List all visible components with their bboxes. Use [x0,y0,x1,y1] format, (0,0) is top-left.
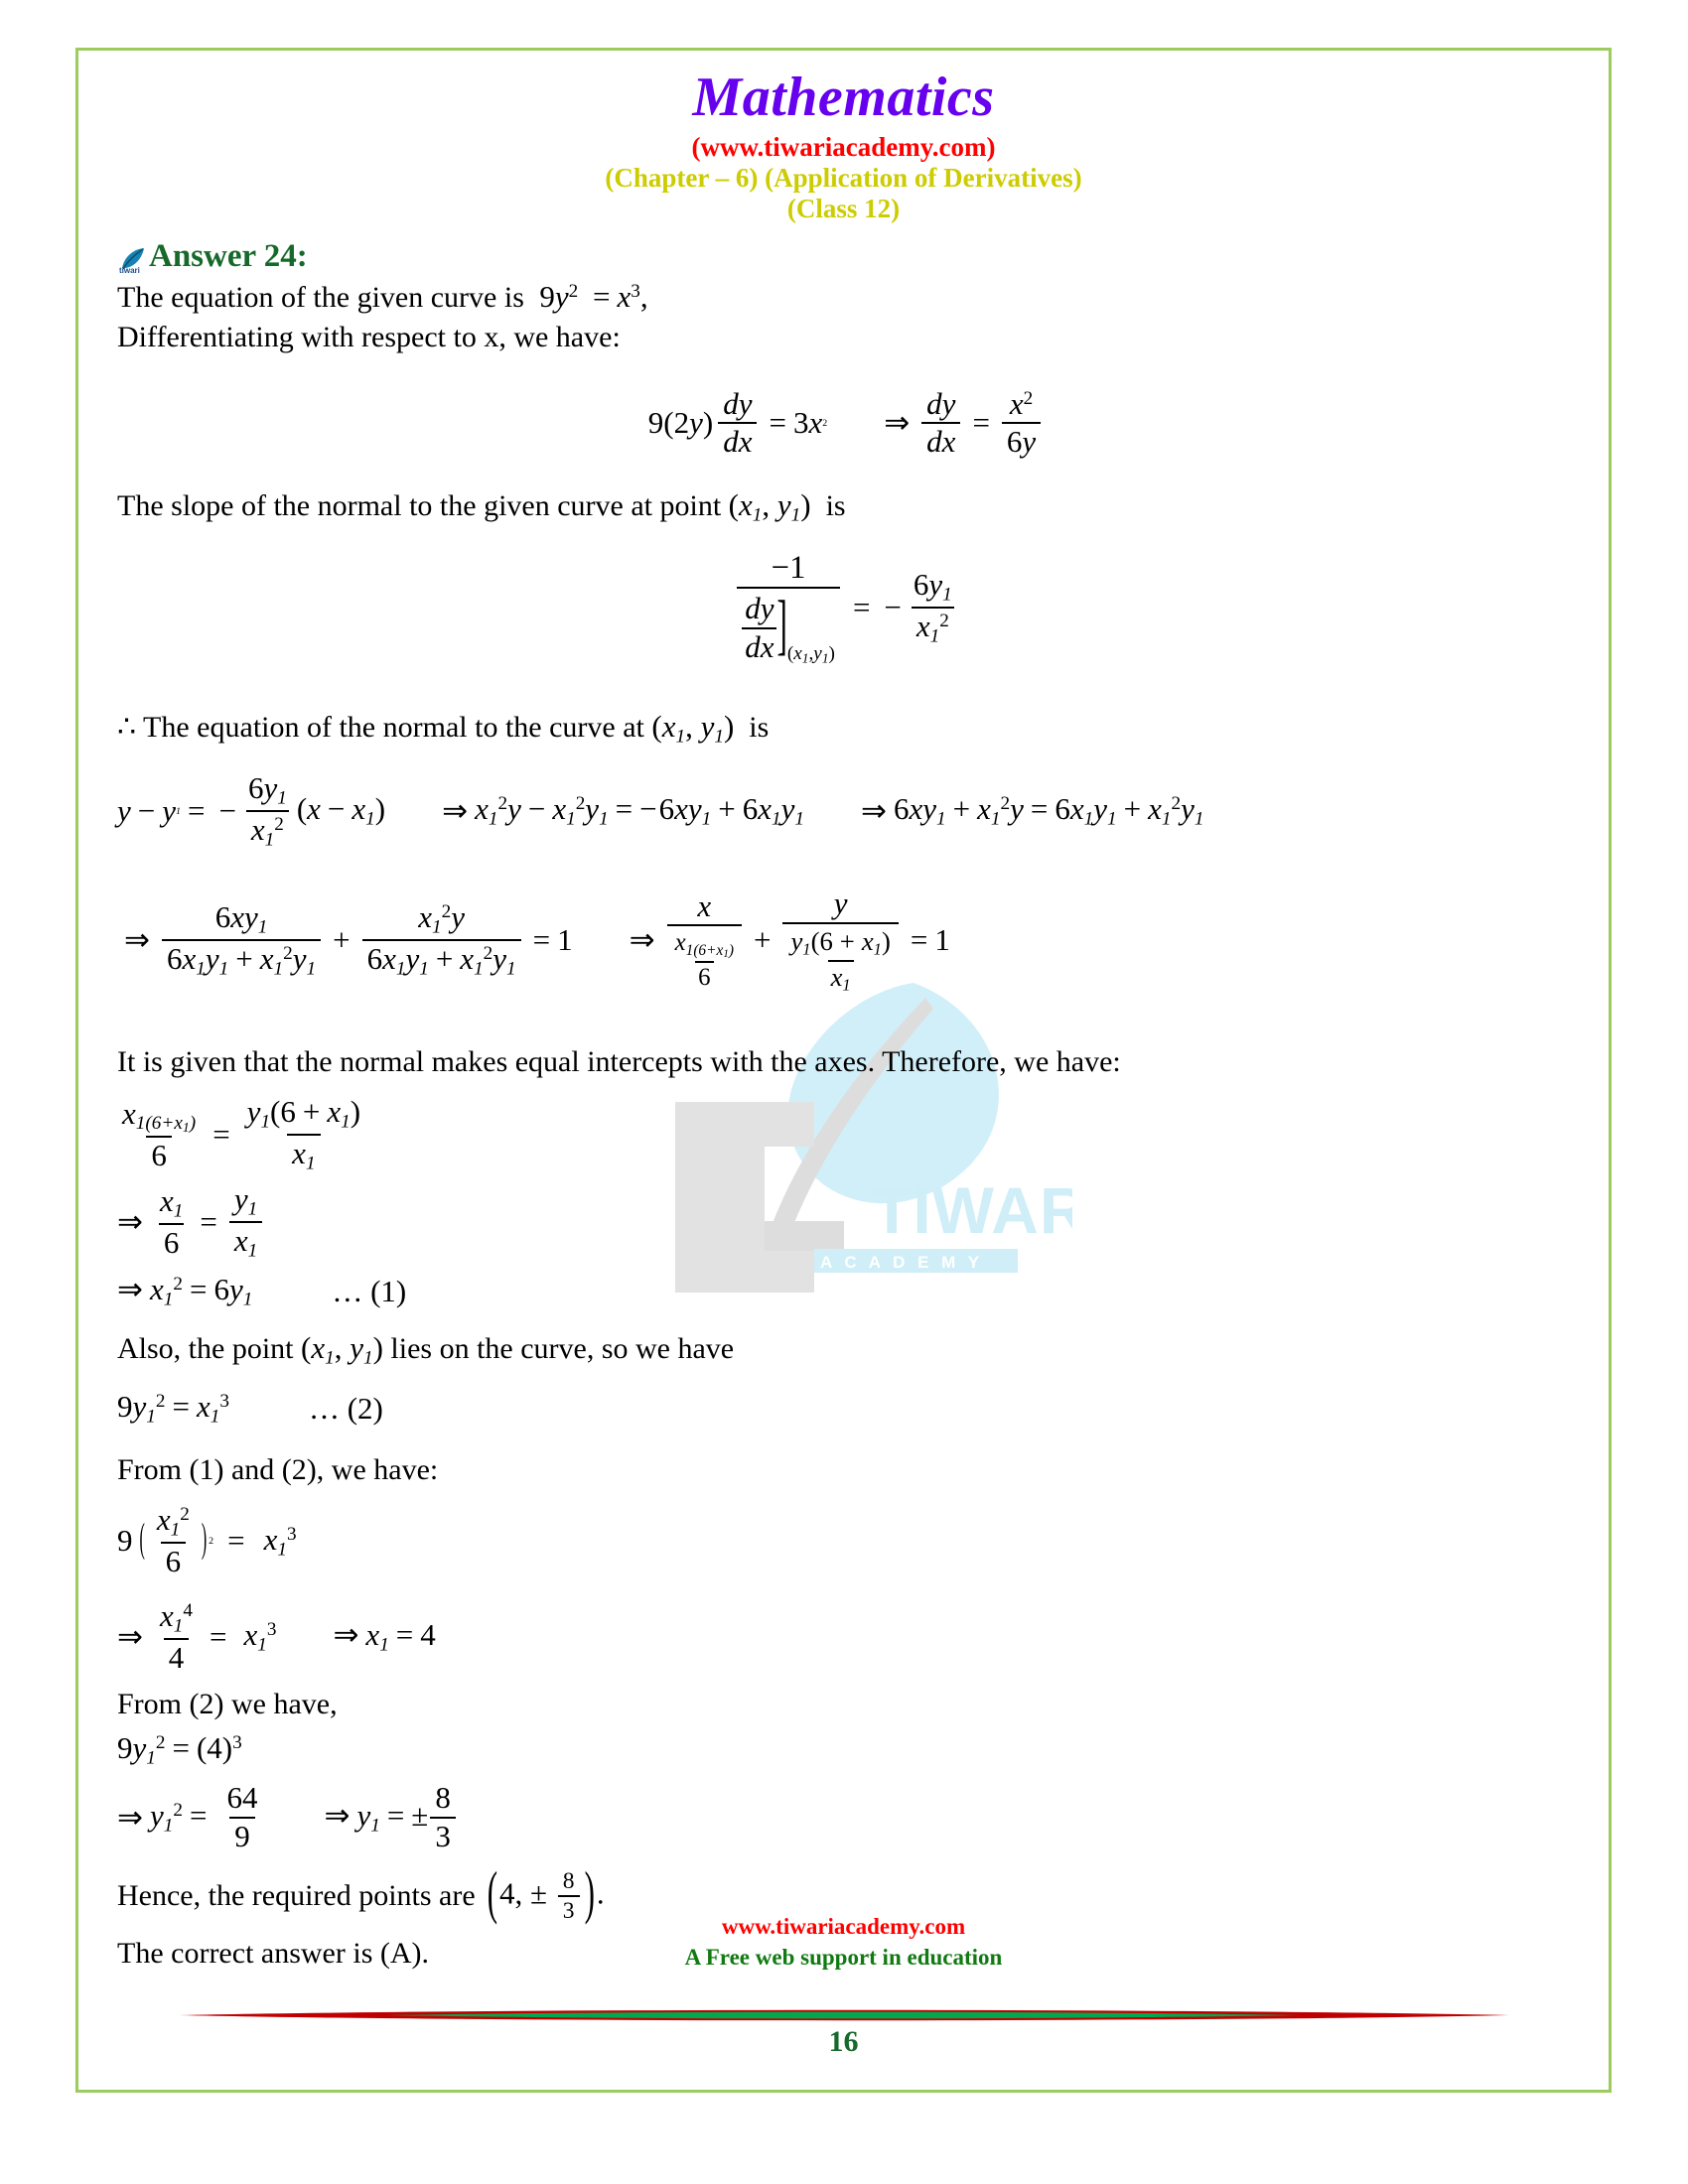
document-title: Mathematics [692,67,995,128]
footer-url: www.tiwariacademy.com [721,1914,966,1939]
hence-prefix: Hence, the required points are [117,1879,476,1913]
equation-y1-value: ⇒ y12 = 64 9 ⇒ y1 = ± 8 3 [117,1781,1577,1853]
equation-equal-intercepts: x1(6+x1) 6 = y1(6 + x1) x1 [122,1094,361,1174]
equation-x1-solve: ⇒ x14 4 = x13 ⇒ x1 = 4 [117,1597,436,1675]
equation-2-ref: … (2) [308,1390,383,1426]
curve-statement-line: The equation of the given curve is 9y2 =… [117,279,648,314]
from-1-and-2-line: From (1) and (2), we have: [117,1452,439,1486]
page-header: Mathematics (www.tiwariacademy.com) (Cha… [75,69,1612,224]
page-footer: www.tiwariacademy.com A Free web support… [75,1911,1612,1973]
header-site-url: (www.tiwariacademy.com) [691,132,996,162]
page-number: 16 [828,2025,859,2058]
equation-dy-dx: 9(2 y) dy dx = 3x2 ⇒ dy dx = x2 6y [117,386,1577,460]
quill-feather-icon: tiwari [117,245,147,275]
equation-1-ref: … (1) [332,1273,407,1308]
point-on-curve-line: Also, the point (x1, y1) lies on the cur… [117,1330,735,1369]
answer-content: tiwari Answer 24: The equation of the gi… [117,240,1577,1974]
equation-normal-expand: y − y 1 = − 6y1 x12 (x − x1) ⇒ x12y − x12y1 = −6xy… [117,770,1204,851]
equal-intercepts-line: It is given that the normal makes equal … [117,1044,1121,1078]
equation-ratio-simplified: ⇒ x1 6 = y1 x1 [117,1181,1577,1262]
curve-statement-prefix: The equation of the given curve is [117,281,524,314]
equation-slope-normal: −1 dy dx ](x1,y1) = − 6y1 x12 [117,550,1577,666]
document-page: TIWARI A C A D E M Y Mathematics (www.ti… [0,0,1688,2184]
answer-heading-row: tiwari Answer 24: [117,238,1577,276]
equation-y1-substituted: 9y12 = (4)3 [117,1729,242,1769]
equation-substituted: 9 ( x12 6 ) 2 = x13 [117,1502,297,1578]
header-class: (Class 12) [786,194,901,224]
from-2-line: From (2) we have, [117,1688,338,1721]
answer-heading: Answer 24: [149,238,308,274]
header-chapter: (Chapter – 6) (Application of Derivative… [605,163,1082,194]
footer-decorative-rule [179,2007,1509,2023]
slope-normal-line: The slope of the normal to the given cur… [117,486,846,526]
equation-2: 9y12 = x13 … (2) [117,1389,383,1428]
differentiate-line: Differentiating with respect to x, we ha… [117,320,621,353]
equation-intercept-form: ⇒ 6xy1 6x1y1 + x12y1 + x12y 6x1y1 + x12y1 = 1… [124,885,950,995]
footer-tagline: A Free web support in education [684,1945,1003,1971]
normal-equation-line: ∴ The equation of the normal to the curv… [117,709,770,748]
svg-text:tiwari: tiwari [119,266,140,275]
equation-1: ⇒ x12 = 6y1 … (1) [117,1272,407,1310]
